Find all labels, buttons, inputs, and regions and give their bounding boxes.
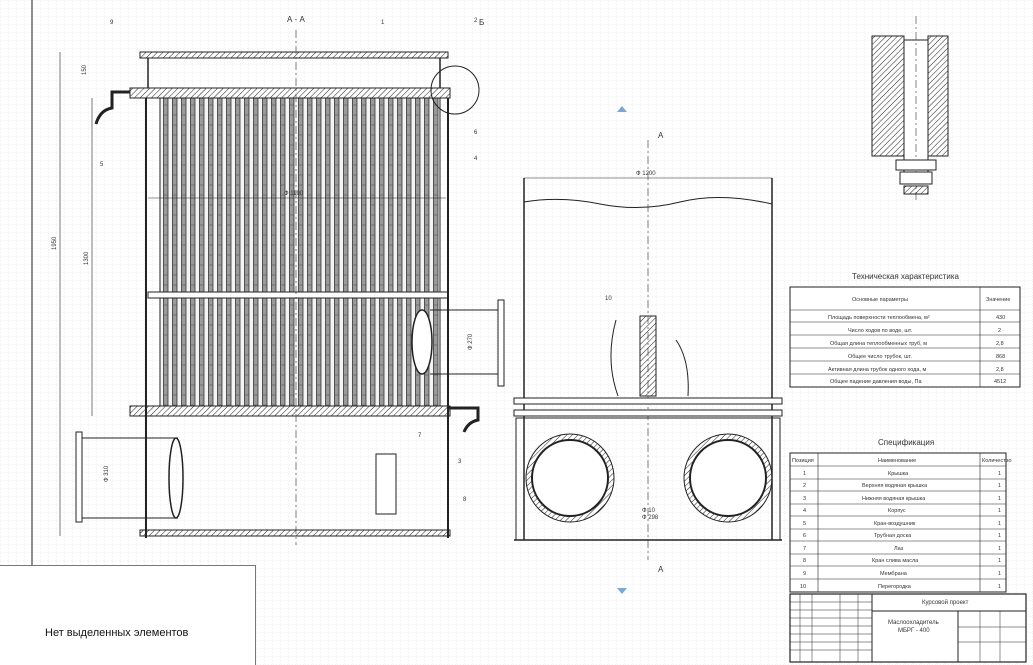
spec-col-name: Наименование — [878, 458, 916, 464]
tech-row-value: 430 — [996, 315, 1005, 321]
spec-row-pos: 5 — [803, 521, 806, 527]
stamp-name-line2: МБРГ - 400 — [898, 628, 930, 634]
properties-panel: Нет выделенных элементов — [0, 565, 256, 665]
spec-col-pos: Позиция — [792, 458, 814, 464]
tech-row-value: 2,8 — [996, 341, 1004, 347]
manhole — [375, 453, 397, 515]
no-selection-text: Нет выделенных элементов — [45, 627, 189, 639]
spec-row-name: Кран-воздушник — [874, 521, 916, 527]
partition — [639, 315, 657, 397]
section-label: А - А — [287, 15, 305, 24]
spec-row-pos: 3 — [803, 496, 806, 502]
dim-cut-b: Ф 298 — [642, 515, 659, 521]
spec-row-pos: 4 — [803, 508, 806, 514]
spec-row-name: Лаз — [894, 546, 904, 552]
spec-row-name: Мембрана — [880, 571, 908, 577]
scroll-down-arrow-icon[interactable] — [617, 588, 627, 594]
dim-cut-a: Ф 10 — [642, 508, 656, 514]
tech-row-param: Общее падение давления воды, Па — [830, 379, 922, 385]
spec-row-qty: 1 — [998, 584, 1001, 590]
lower-nozzle-flange — [75, 431, 83, 523]
tech-col-param: Основные параметры — [852, 297, 908, 303]
dim-overall-height: 1950 — [52, 236, 58, 250]
spec-row-pos: 1 — [803, 471, 806, 477]
stamp-project: Курсовой проект — [922, 599, 969, 606]
tech-title: Техническая характеристика — [852, 272, 959, 281]
stamp-name-line1: Маслоохладитель — [888, 620, 939, 626]
tech-row-param: Общая длина теплообменных труб, м — [830, 341, 927, 347]
dim-top-offset: 150 — [82, 64, 88, 75]
dim-tube-length: 1300 — [84, 251, 90, 265]
spec-row-name: Крышка — [888, 471, 909, 477]
spec-row-name: Нижняя водяная крышка — [862, 496, 926, 502]
spec-row-pos: 9 — [803, 571, 806, 577]
callout-10: 10 — [605, 296, 612, 302]
tech-row-param: Активная длина трубок одного хода, м — [828, 367, 927, 373]
spec-row-pos: 7 — [803, 546, 806, 552]
title-block: Курсовой проект Маслоохладитель МБРГ - 4… — [789, 593, 1027, 663]
spec-row-name: Перегородка — [878, 584, 912, 590]
spec-title: Спецификация — [878, 438, 934, 447]
spec-row-pos: 8 — [803, 558, 806, 564]
spec-row-pos: 2 — [803, 483, 806, 489]
top-cover — [139, 51, 449, 59]
spec-row-qty: 1 — [998, 521, 1001, 527]
tech-row-value: 868 — [996, 354, 1005, 360]
spec-row-name: Верхняя водяная крышка — [862, 483, 928, 489]
spec-row-qty: 1 — [998, 546, 1001, 552]
scroll-up-arrow-icon[interactable] — [617, 106, 627, 112]
upper-nozzle-flange — [497, 299, 505, 387]
spec-row-name: Трубная доска — [874, 533, 912, 539]
tech-row-param: Общее число трубок, шт. — [848, 354, 912, 360]
tech-table: Техническая характеристика Основные пара… — [789, 272, 1021, 388]
spec-table: Спецификация Позиция Наименование Количе… — [789, 438, 1012, 593]
dim-nozzle-lower: Ф 310 — [104, 465, 110, 482]
dim-outer-diameter: Ф 1200 — [636, 171, 656, 177]
dim-nozzle-upper: Ф 270 — [468, 333, 474, 350]
spec-row-qty: 1 — [998, 496, 1001, 502]
spec-col-qty: Количество — [982, 458, 1012, 464]
spec-row-qty: 1 — [998, 558, 1001, 564]
tech-row-value: 2,8 — [996, 367, 1004, 373]
spec-row-qty: 1 — [998, 508, 1001, 514]
dim-shell-diameter: Ф 1190 — [284, 191, 304, 197]
spec-row-name: Кран слива масла — [872, 558, 919, 564]
spec-row-pos: 10 — [800, 584, 806, 590]
lower-tube-sheet — [129, 405, 451, 417]
tech-row-value: 4512 — [994, 379, 1006, 385]
upper-tube-sheet — [129, 87, 451, 99]
spec-row-pos: 6 — [803, 533, 806, 539]
tech-row-param: Площадь поверхности теплообмена, м² — [828, 315, 930, 321]
tube-bundle-lower — [159, 297, 441, 407]
cut-marker-top: А — [658, 131, 664, 140]
detail-label: Б — [479, 18, 484, 27]
spec-row-qty: 1 — [998, 483, 1001, 489]
spec-row-qty: 1 — [998, 471, 1001, 477]
spec-row-qty: 1 — [998, 533, 1001, 539]
tech-row-value: 2 — [998, 328, 1001, 334]
bottom-cover — [139, 529, 451, 537]
tech-row-param: Число ходов по воде, шт. — [848, 328, 913, 334]
baffle — [147, 291, 449, 299]
spec-row-qty: 1 — [998, 571, 1001, 577]
tech-col-value: Значение — [986, 297, 1010, 303]
spec-row-name: Корпус — [888, 508, 906, 514]
cut-marker-bottom: А — [658, 565, 664, 574]
